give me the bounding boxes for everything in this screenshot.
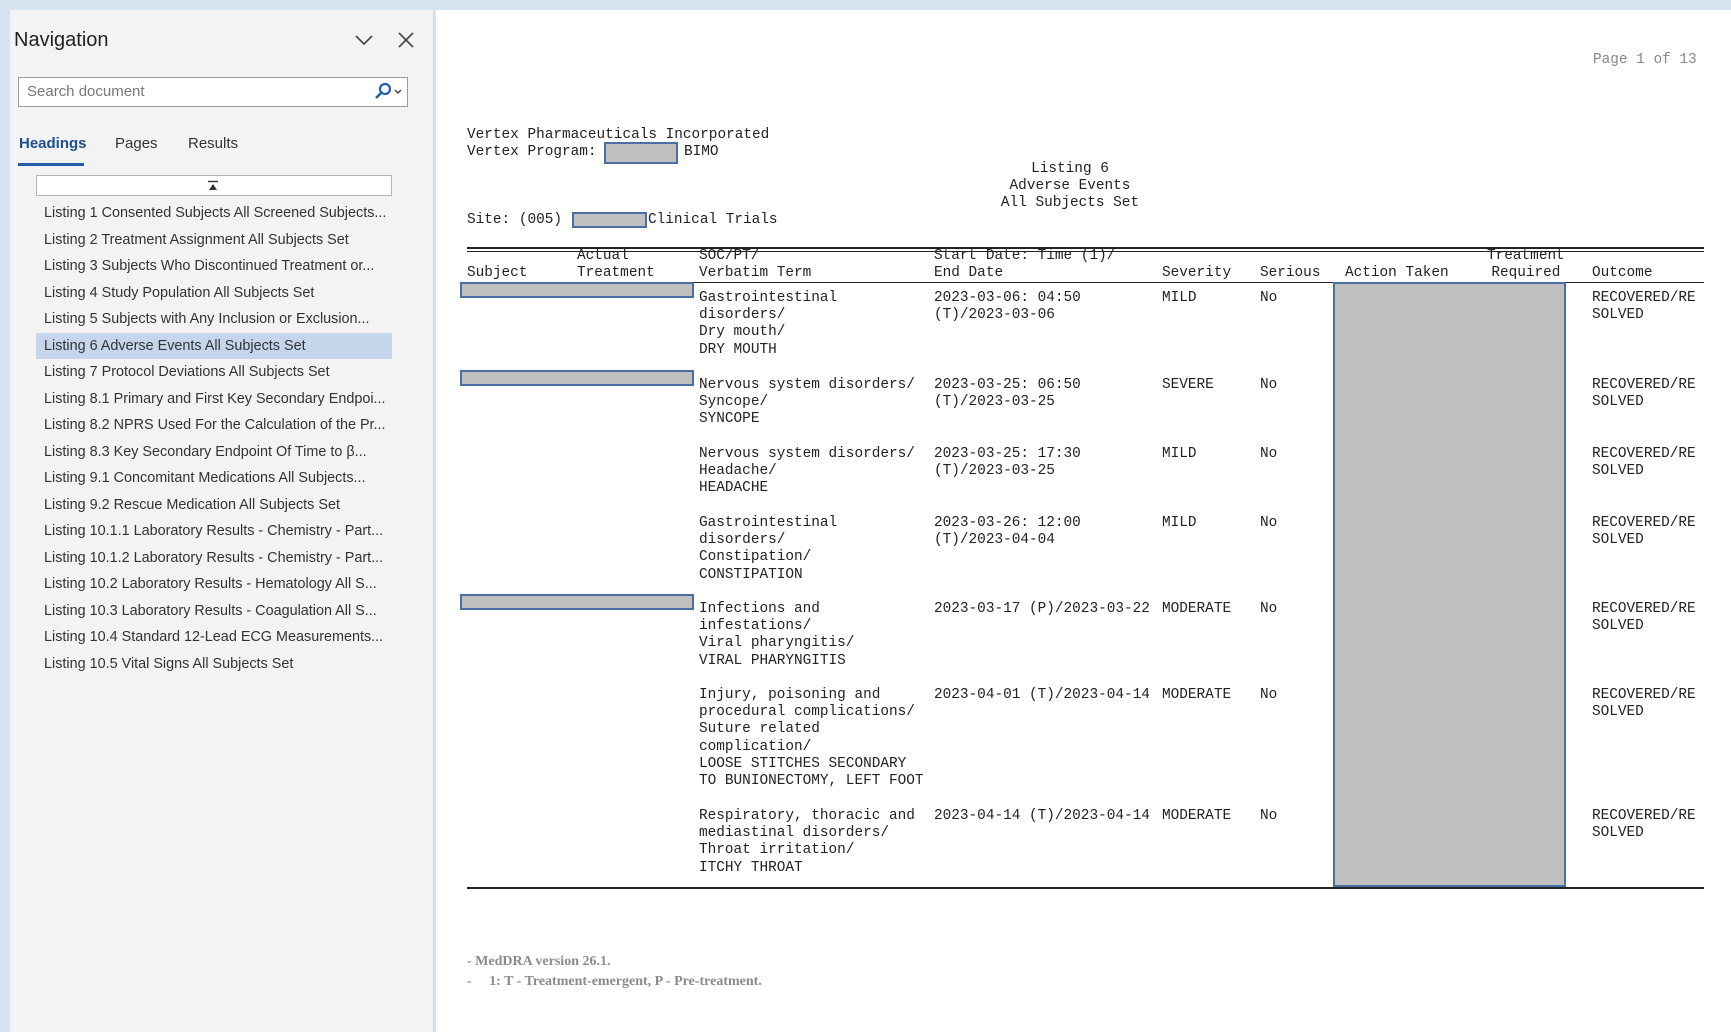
heading-item[interactable]: Listing 8.3 Key Secondary Endpoint Of Ti…	[36, 439, 392, 466]
program-suffix: BIMO	[684, 144, 719, 160]
cell-soc: Gastrointestinal disorders/ Constipation…	[699, 515, 838, 583]
search-box	[18, 77, 408, 107]
cell-outcome: RECOVERED/RE SOLVED	[1592, 601, 1696, 635]
redacted-subject-2	[460, 370, 694, 386]
col-dates: Start Date: Time (1)/ End Date	[934, 248, 1116, 281]
document-page: Page 1 of 13 Vertex Pharmaceuticals Inco…	[436, 10, 1731, 1032]
heading-item[interactable]: Listing 3 Subjects Who Discontinued Trea…	[36, 253, 392, 280]
collapse-all-button[interactable]	[36, 175, 392, 196]
cell-serious: No	[1260, 377, 1278, 393]
heading-item[interactable]: Listing 4 Study Population All Subjects …	[36, 280, 392, 307]
table-bottom-rule	[467, 887, 1704, 889]
cell-soc: Gastrointestinal disorders/ Dry mouth/ D…	[699, 290, 838, 358]
tab-headings[interactable]: Headings	[19, 135, 87, 152]
cell-serious: No	[1260, 601, 1278, 617]
heading-item[interactable]: Listing 1 Consented Subjects All Screene…	[36, 200, 392, 227]
cell-severity: MODERATE	[1162, 808, 1232, 824]
cell-dates: 2023-03-25: 17:30 (T)/2023-03-25	[934, 446, 1081, 480]
company-name: Vertex Pharmaceuticals Incorporated	[467, 127, 770, 143]
listing-subtitle: Adverse Events	[1009, 178, 1131, 194]
site-suffix: Clinical Trials	[648, 212, 778, 228]
redacted-site	[572, 212, 647, 228]
cell-dates: 2023-03-25: 06:50 (T)/2023-03-25	[934, 377, 1081, 411]
cell-outcome: RECOVERED/RE SOLVED	[1592, 808, 1696, 842]
program-label: Vertex Program:	[467, 144, 597, 160]
search-input[interactable]	[27, 83, 347, 100]
tab-pages[interactable]: Pages	[115, 135, 158, 152]
col-severity: Severity	[1162, 265, 1232, 281]
col-serious: Serious	[1260, 265, 1321, 281]
col-subject: Subject	[467, 265, 528, 281]
heading-item[interactable]: Listing 10.1.2 Laboratory Results - Chem…	[36, 545, 392, 572]
cell-outcome: RECOVERED/RE SOLVED	[1592, 515, 1696, 549]
heading-item[interactable]: Listing 10.2 Laboratory Results - Hemato…	[36, 571, 392, 598]
col-action-taken: Action Taken	[1345, 265, 1449, 281]
heading-item[interactable]: Listing 10.3 Laboratory Results - Coagul…	[36, 598, 392, 625]
cell-outcome: RECOVERED/RE SOLVED	[1592, 377, 1696, 411]
heading-item[interactable]: Listing 10.1.1 Laboratory Results - Chem…	[36, 518, 392, 545]
col-treatment-required: Treatment Required	[1487, 248, 1565, 281]
close-icon[interactable]	[394, 28, 418, 52]
cell-dates: 2023-03-06: 04:50 (T)/2023-03-06	[934, 290, 1081, 324]
cell-serious: No	[1260, 808, 1278, 824]
heading-item[interactable]: Listing 9.1 Concomitant Medications All …	[36, 465, 392, 492]
col-actual-treatment: Actual Treatment	[577, 248, 655, 281]
footnote-2: - 1: T - Treatment-emergent, P - Pre-tre…	[467, 974, 762, 989]
heading-item[interactable]: Listing 6 Adverse Events All Subjects Se…	[36, 332, 392, 359]
nav-title: Navigation	[14, 29, 109, 51]
cell-severity: SEVERE	[1162, 377, 1214, 393]
col-soc: SOC/PT/ Verbatim Term	[699, 248, 812, 281]
navigation-pane: Navigation Headings Pages Results Listin…	[10, 10, 434, 1032]
cell-outcome: RECOVERED/RE SOLVED	[1592, 687, 1696, 721]
cell-outcome: RECOVERED/RE SOLVED	[1592, 446, 1696, 480]
cell-severity: MILD	[1162, 290, 1197, 306]
site-label: Site: (005)	[467, 212, 562, 228]
cell-soc: Nervous system disorders/ Headache/ HEAD…	[699, 446, 915, 497]
cell-dates: 2023-04-01 (T)/2023-04-14	[934, 687, 1150, 703]
heading-item[interactable]: Listing 8.1 Primary and First Key Second…	[36, 386, 392, 413]
cell-outcome: RECOVERED/RE SOLVED	[1592, 290, 1696, 324]
page-number: Page 1 of 13	[1593, 52, 1697, 68]
redacted-action-columns	[1333, 282, 1566, 887]
cell-soc: Infections and infestations/ Viral phary…	[699, 601, 855, 669]
heading-item[interactable]: Listing 5 Subjects with Any Inclusion or…	[36, 306, 392, 333]
heading-item[interactable]: Listing 10.4 Standard 12-Lead ECG Measur…	[36, 624, 392, 651]
redacted-subject-3	[460, 594, 694, 610]
heading-item[interactable]: Listing 7 Protocol Deviations All Subjec…	[36, 359, 392, 386]
cell-dates: 2023-03-26: 12:00 (T)/2023-04-04	[934, 515, 1081, 549]
cell-serious: No	[1260, 515, 1278, 531]
headings-list: Listing 1 Consented Subjects All Screene…	[36, 200, 392, 677]
redacted-subject-1	[460, 282, 694, 298]
heading-item[interactable]: Listing 2 Treatment Assignment All Subje…	[36, 227, 392, 254]
heading-item[interactable]: Listing 8.2 NPRS Used For the Calculatio…	[36, 412, 392, 439]
listing-set: All Subjects Set	[1000, 195, 1140, 211]
footnote-1: - MedDRA version 26.1.	[467, 954, 611, 969]
listing-title: Listing 6	[1031, 161, 1109, 177]
cell-severity: MILD	[1162, 515, 1197, 531]
cell-serious: No	[1260, 290, 1278, 306]
cell-dates: 2023-03-17 (P)/2023-03-22	[934, 601, 1150, 617]
cell-soc: Nervous system disorders/ Syncope/ SYNCO…	[699, 377, 915, 428]
cell-severity: MODERATE	[1162, 687, 1232, 703]
cell-soc: Respiratory, thoracic and mediastinal di…	[699, 808, 915, 876]
tab-results[interactable]: Results	[188, 135, 238, 152]
col-outcome: Outcome	[1592, 265, 1653, 281]
cell-severity: MILD	[1162, 446, 1197, 462]
cell-serious: No	[1260, 687, 1278, 703]
search-icon[interactable]	[371, 81, 405, 103]
cell-dates: 2023-04-14 (T)/2023-04-14	[934, 808, 1150, 824]
cell-serious: No	[1260, 446, 1278, 462]
heading-item[interactable]: Listing 9.2 Rescue Medication All Subjec…	[36, 492, 392, 519]
chevron-down-icon[interactable]	[352, 28, 376, 52]
heading-item[interactable]: Listing 10.5 Vital Signs All Subjects Se…	[36, 651, 392, 678]
cell-soc: Injury, poisoning and procedural complic…	[699, 687, 924, 790]
active-tab-indicator	[18, 163, 84, 166]
cell-severity: MODERATE	[1162, 601, 1232, 617]
collapse-up-icon	[208, 180, 218, 190]
